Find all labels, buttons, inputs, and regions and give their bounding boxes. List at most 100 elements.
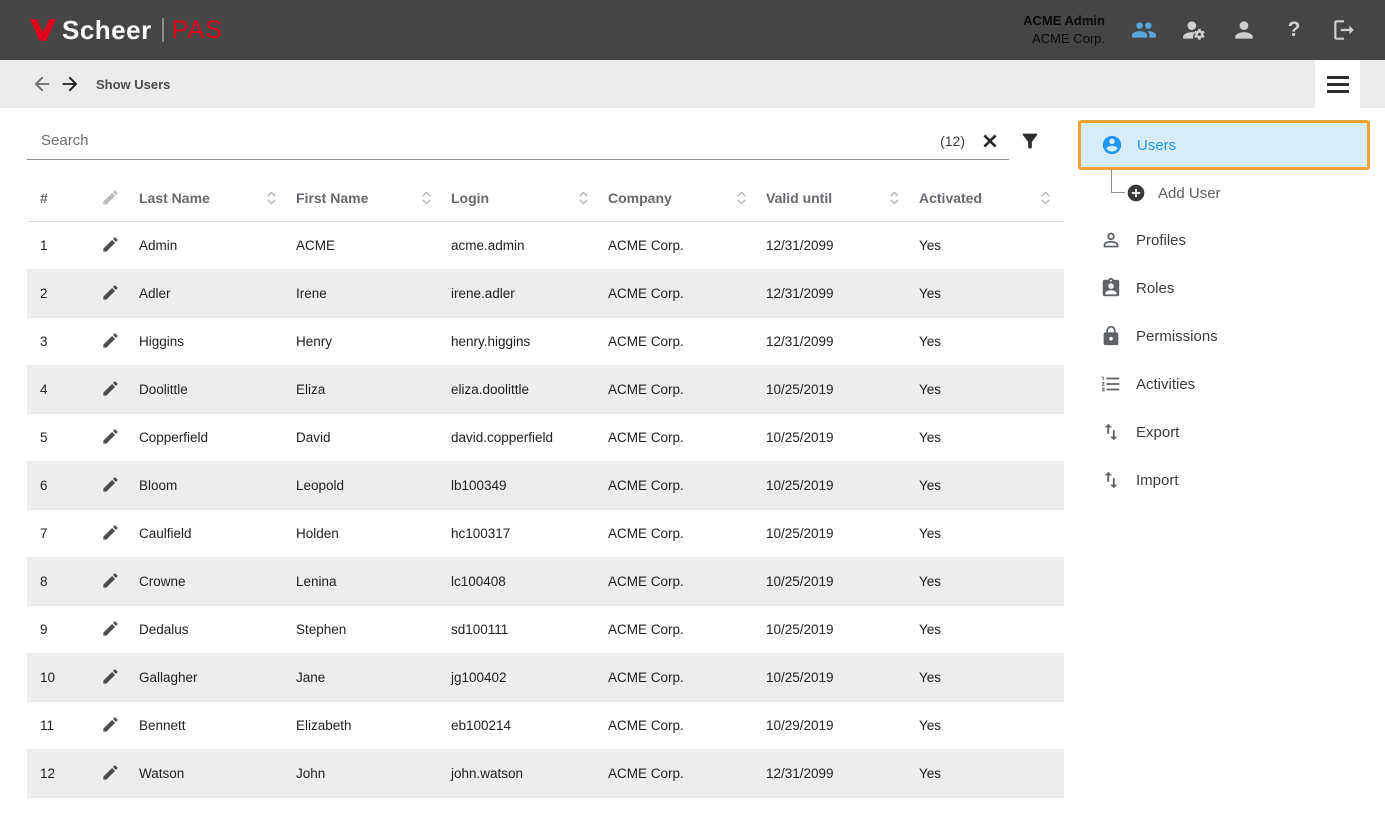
- cell-last-name: Doolittle: [133, 382, 290, 397]
- cell-valid-until: 12/31/2099: [760, 286, 913, 301]
- sidebar-item-export[interactable]: Export: [1078, 408, 1374, 456]
- edit-icon[interactable]: [101, 571, 120, 590]
- cell-row-number: 9: [27, 622, 87, 637]
- sort-icon[interactable]: [577, 190, 590, 206]
- column-header-login[interactable]: Login: [445, 174, 602, 221]
- cell-first-name: Elizabeth: [290, 718, 445, 733]
- cell-last-name: Bloom: [133, 478, 290, 493]
- sort-icon[interactable]: [735, 190, 748, 206]
- cell-first-name: Eliza: [290, 382, 445, 397]
- column-header-first-name[interactable]: First Name: [290, 174, 445, 221]
- sidebar-item-label: Export: [1136, 424, 1179, 441]
- sort-icon[interactable]: [1039, 190, 1052, 206]
- cell-login: john.watson: [445, 766, 602, 781]
- column-header-activated[interactable]: Activated: [913, 174, 1064, 221]
- column-header-company[interactable]: Company: [602, 174, 760, 221]
- cell-company: ACME Corp.: [602, 430, 760, 445]
- cell-valid-until: 10/25/2019: [760, 382, 913, 397]
- cell-valid-until: 12/31/2099: [760, 766, 913, 781]
- cell-valid-until: 10/25/2019: [760, 670, 913, 685]
- edit-icon[interactable]: [101, 235, 120, 254]
- cell-edit[interactable]: [87, 283, 133, 305]
- users-group-icon[interactable]: [1131, 17, 1157, 43]
- cell-row-number: 3: [27, 334, 87, 349]
- cell-edit[interactable]: [87, 427, 133, 449]
- column-header-valid-until[interactable]: Valid until: [760, 174, 913, 221]
- cell-company: ACME Corp.: [602, 526, 760, 541]
- brand-separator: [162, 18, 164, 42]
- edit-icon[interactable]: [101, 331, 120, 350]
- cell-last-name: Adler: [133, 286, 290, 301]
- profile-icon[interactable]: [1231, 17, 1257, 43]
- cell-row-number: 5: [27, 430, 87, 445]
- cell-first-name: David: [290, 430, 445, 445]
- filter-icon[interactable]: [1019, 130, 1041, 152]
- cell-login: david.copperfield: [445, 430, 602, 445]
- cell-edit[interactable]: [87, 523, 133, 545]
- sort-icon[interactable]: [888, 190, 901, 206]
- sidebar-item-profiles[interactable]: Profiles: [1078, 216, 1374, 264]
- search-input[interactable]: [27, 132, 940, 149]
- logout-icon[interactable]: [1331, 17, 1357, 43]
- sidebar-item-label: Profiles: [1136, 232, 1186, 249]
- sidebar-item-users[interactable]: Users: [1078, 120, 1370, 170]
- sidebar-item-roles[interactable]: Roles: [1078, 264, 1374, 312]
- cell-valid-until: 10/25/2019: [760, 430, 913, 445]
- clear-search-icon[interactable]: [979, 130, 1001, 152]
- cell-edit[interactable]: [87, 235, 133, 257]
- numbered-list-icon: [1100, 373, 1122, 395]
- cell-last-name: Dedalus: [133, 622, 290, 637]
- back-arrow-icon[interactable]: [30, 72, 54, 96]
- cell-login: jg100402: [445, 670, 602, 685]
- sidebar-item-label: Roles: [1136, 280, 1174, 297]
- cell-valid-until: 12/31/2099: [760, 238, 913, 253]
- cell-edit[interactable]: [87, 331, 133, 353]
- edit-icon[interactable]: [101, 619, 120, 638]
- brand-logo: Scheer PAS: [30, 15, 223, 46]
- cell-edit[interactable]: [87, 667, 133, 689]
- cell-edit[interactable]: [87, 475, 133, 497]
- cell-first-name: Holden: [290, 526, 445, 541]
- table-row: 3 Higgins Henry henry.higgins ACME Corp.…: [27, 318, 1064, 366]
- sidebar-item-activities[interactable]: Activities: [1078, 360, 1374, 408]
- hamburger-menu-icon[interactable]: [1315, 60, 1360, 108]
- user-settings-icon[interactable]: [1181, 17, 1207, 43]
- cell-edit[interactable]: [87, 715, 133, 737]
- cell-first-name: John: [290, 766, 445, 781]
- edit-icon[interactable]: [101, 427, 120, 446]
- sort-icon[interactable]: [420, 190, 433, 206]
- cell-edit[interactable]: [87, 571, 133, 593]
- sidebar-item-permissions[interactable]: Permissions: [1078, 312, 1374, 360]
- cell-first-name: Leopold: [290, 478, 445, 493]
- cell-first-name: Jane: [290, 670, 445, 685]
- cell-edit[interactable]: [87, 763, 133, 785]
- edit-icon[interactable]: [101, 667, 120, 686]
- cell-company: ACME Corp.: [602, 766, 760, 781]
- edit-icon[interactable]: [101, 283, 120, 302]
- cell-login: lb100349: [445, 478, 602, 493]
- search-bar: (12): [27, 122, 1009, 160]
- table-row: 7 Caulfield Holden hc100317 ACME Corp. 1…: [27, 510, 1064, 558]
- cell-activated: Yes: [913, 526, 1064, 541]
- sort-icon[interactable]: [265, 190, 278, 206]
- edit-icon[interactable]: [101, 379, 120, 398]
- table-row: 5 Copperfield David david.copperfield AC…: [27, 414, 1064, 462]
- cell-row-number: 7: [27, 526, 87, 541]
- cell-activated: Yes: [913, 718, 1064, 733]
- edit-icon[interactable]: [101, 523, 120, 542]
- cell-activated: Yes: [913, 286, 1064, 301]
- column-header-edit: [87, 174, 133, 221]
- column-header-last-name[interactable]: Last Name: [133, 174, 290, 221]
- import-export-icon: [1100, 469, 1122, 491]
- sidebar-item-import[interactable]: Import: [1078, 456, 1374, 504]
- cell-valid-until: 12/31/2099: [760, 334, 913, 349]
- cell-edit[interactable]: [87, 379, 133, 401]
- edit-icon[interactable]: [101, 763, 120, 782]
- cell-login: hc100317: [445, 526, 602, 541]
- cell-login: irene.adler: [445, 286, 602, 301]
- forward-arrow-icon[interactable]: [58, 72, 82, 96]
- edit-icon[interactable]: [101, 715, 120, 734]
- edit-icon[interactable]: [101, 475, 120, 494]
- help-icon[interactable]: ?: [1281, 17, 1307, 43]
- cell-edit[interactable]: [87, 619, 133, 641]
